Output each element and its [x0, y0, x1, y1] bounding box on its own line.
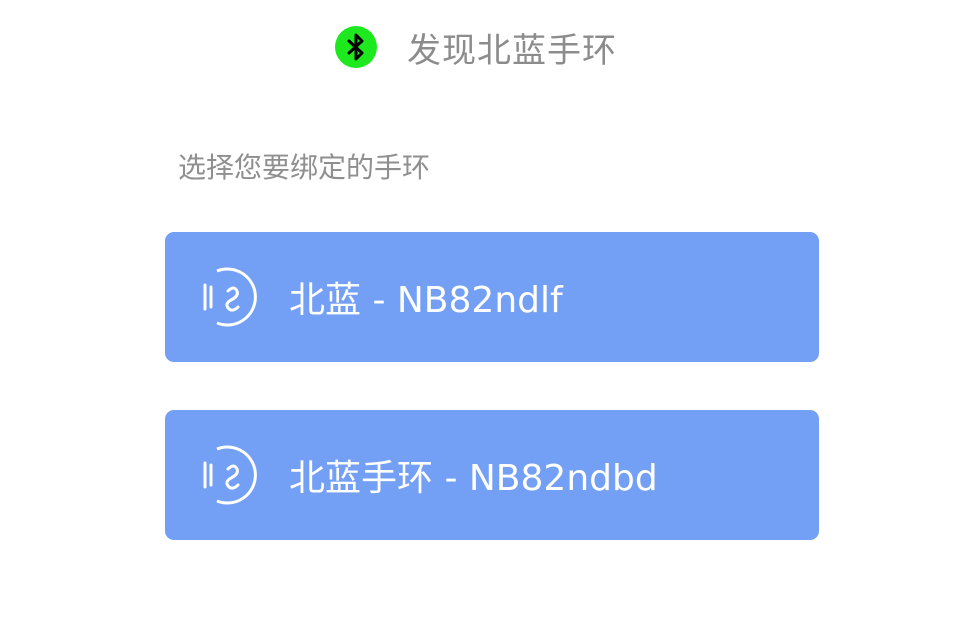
page-title: 发现北蓝手环 [407, 30, 617, 71]
band-icon [193, 265, 257, 329]
device-item[interactable]: 北蓝 - NB82ndlf [165, 232, 819, 362]
instruction-text: 选择您要绑定的手环 [178, 151, 431, 184]
device-item[interactable]: 北蓝手环 - NB82ndbd [165, 410, 819, 540]
band-icon [193, 443, 257, 507]
device-discovery-screen: 发现北蓝手环 选择您要绑定的手环 北蓝 - NB82ndlf 北蓝手环 - NB… [0, 0, 980, 618]
bluetooth-icon [335, 26, 377, 68]
device-list: 北蓝 - NB82ndlf 北蓝手环 - NB82ndbd [165, 232, 819, 540]
device-name: 北蓝手环 - NB82ndbd [289, 458, 658, 499]
device-name: 北蓝 - NB82ndlf [289, 280, 563, 321]
header: 发现北蓝手环 [0, 24, 980, 71]
